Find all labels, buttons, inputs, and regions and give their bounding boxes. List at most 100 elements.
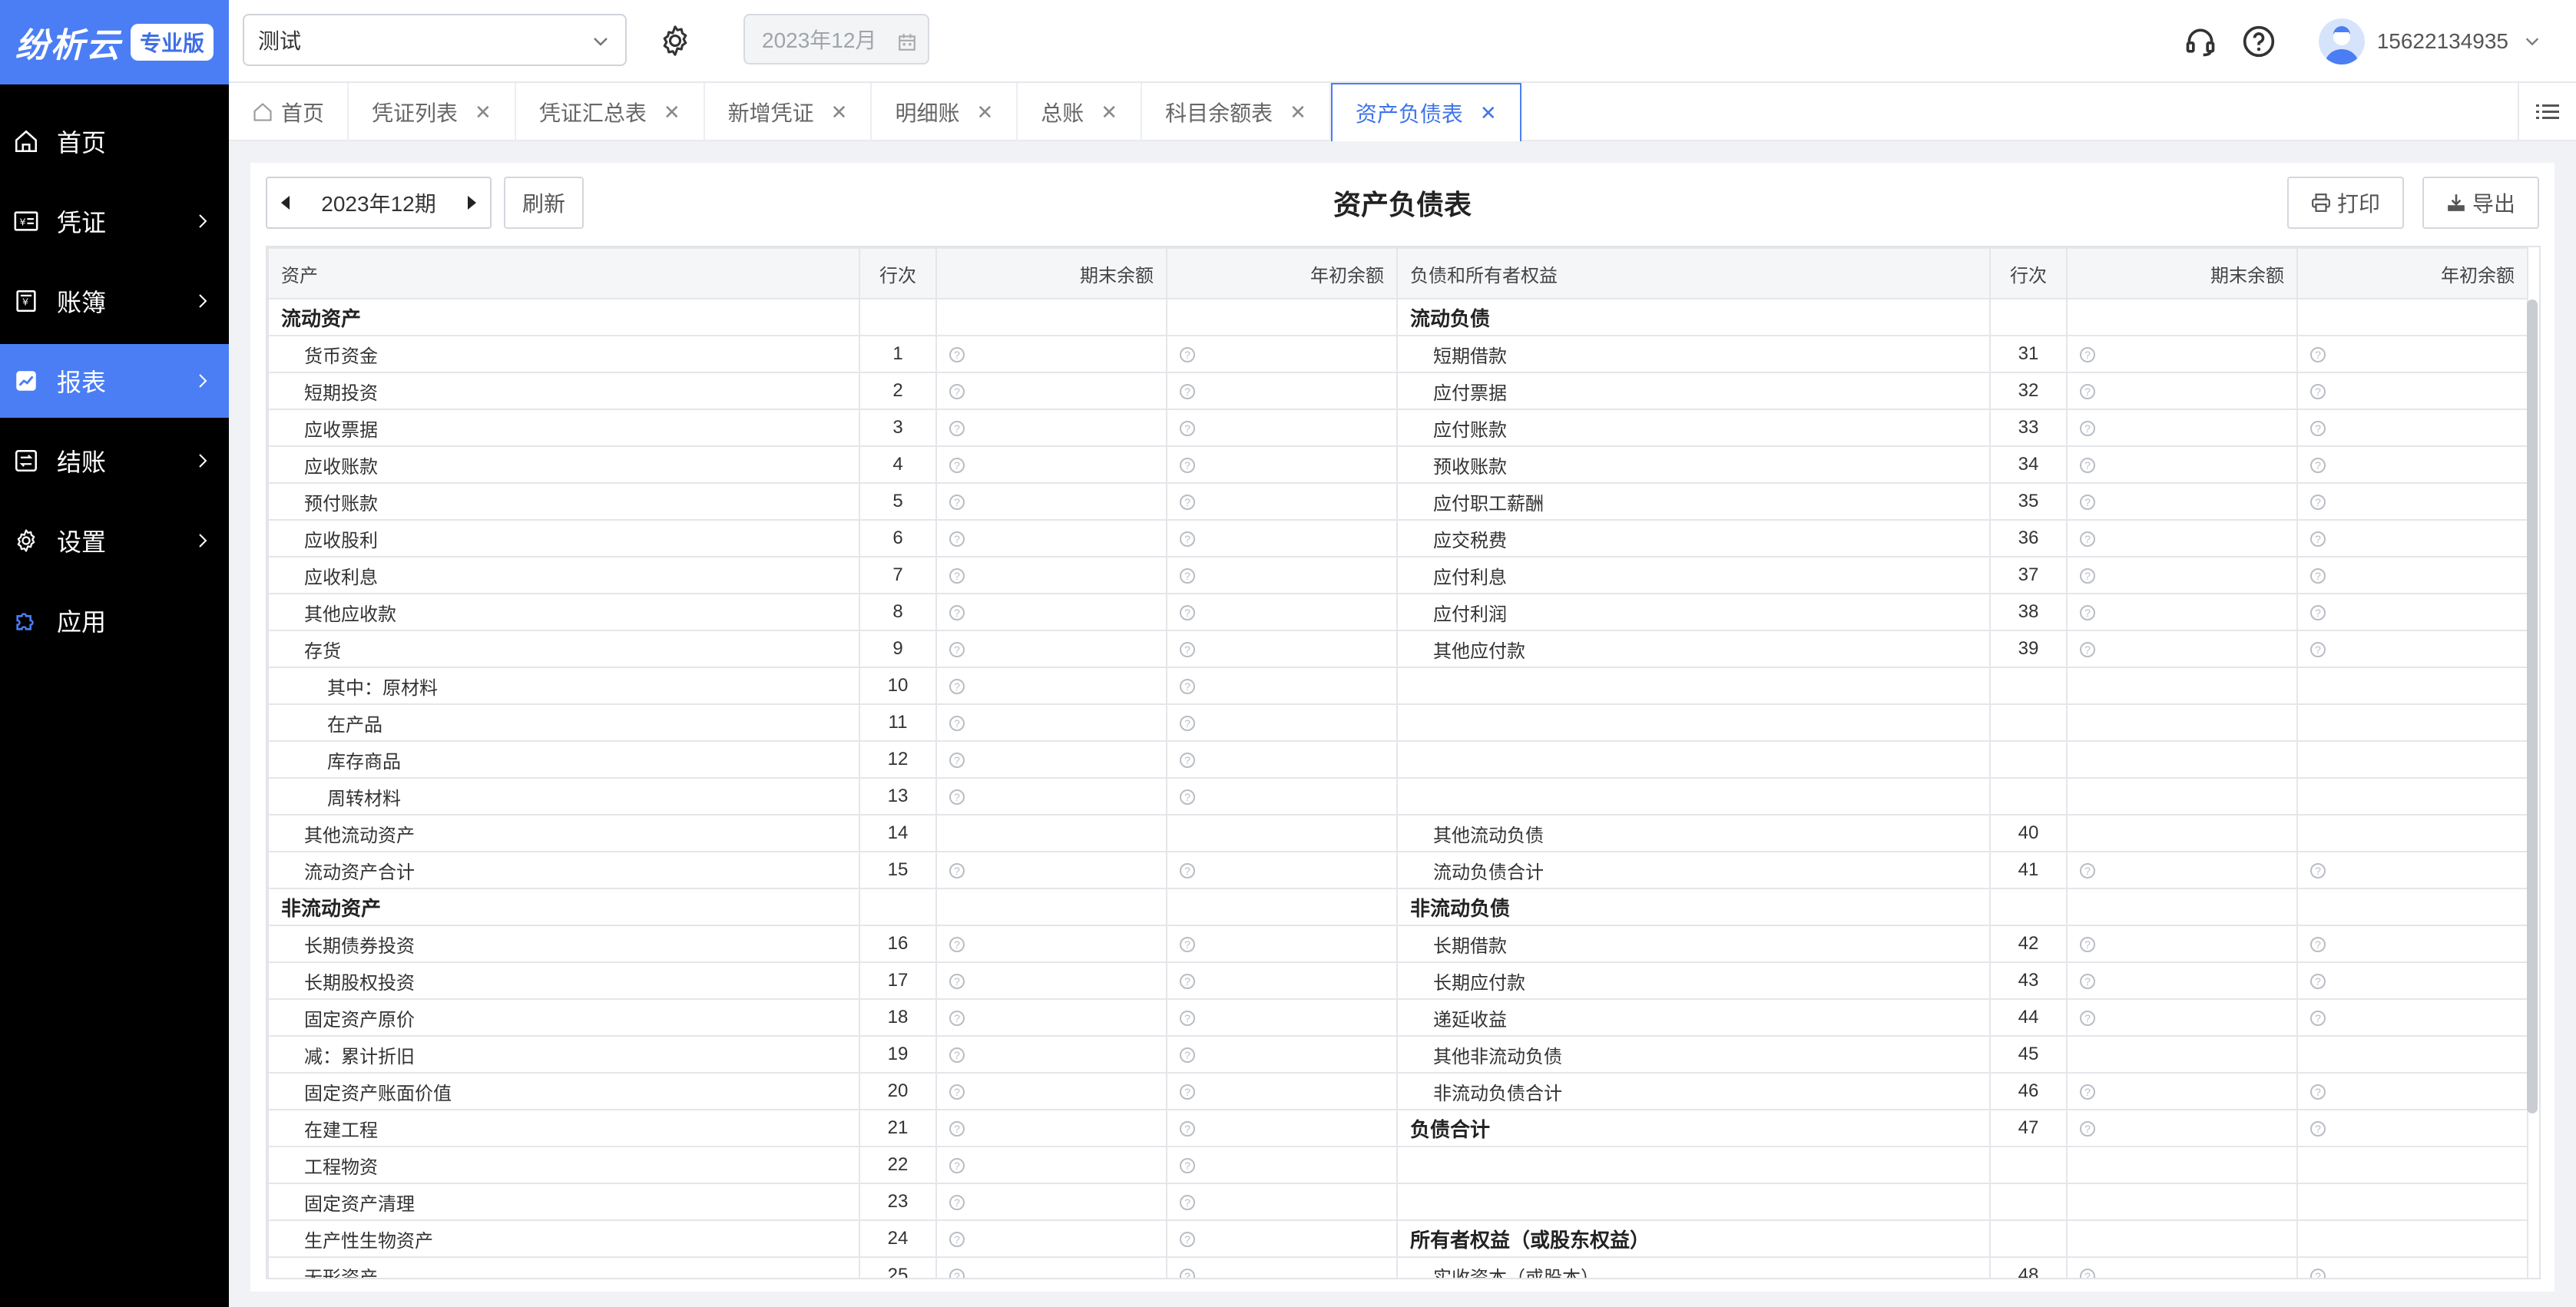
question-icon[interactable]: ?: [2080, 494, 2095, 510]
amount-cell[interactable]: ?: [935, 703, 1167, 742]
amount-cell[interactable]: ?: [935, 1035, 1167, 1074]
question-icon[interactable]: ?: [2310, 1084, 2326, 1100]
question-icon[interactable]: ?: [1180, 457, 1195, 473]
amount-cell[interactable]: ?: [2066, 998, 2298, 1037]
question-icon[interactable]: ?: [2080, 604, 2095, 620]
question-icon[interactable]: ?: [949, 346, 965, 362]
tab[interactable]: 凭证汇总表 ✕: [516, 83, 705, 141]
question-icon[interactable]: ?: [949, 457, 965, 473]
amount-cell[interactable]: ?: [2296, 1109, 2528, 1147]
question-icon[interactable]: ?: [2080, 1010, 2095, 1026]
amount-cell[interactable]: ?: [1166, 1109, 1398, 1147]
next-period-icon[interactable]: [468, 196, 476, 210]
question-icon[interactable]: ?: [1180, 862, 1195, 879]
question-icon[interactable]: ?: [1180, 1047, 1195, 1063]
amount-cell[interactable]: ?: [2296, 445, 2528, 484]
question-icon[interactable]: ?: [2080, 641, 2095, 657]
question-icon[interactable]: ?: [949, 1231, 965, 1247]
question-icon[interactable]: ?: [2080, 973, 2095, 989]
amount-cell[interactable]: ?: [935, 409, 1167, 447]
amount-cell[interactable]: ?: [1166, 335, 1398, 373]
question-icon[interactable]: ?: [2080, 862, 2095, 879]
question-icon[interactable]: ?: [2310, 567, 2326, 584]
amount-cell[interactable]: ?: [2066, 445, 2298, 484]
amount-cell[interactable]: ?: [2066, 1256, 2298, 1278]
amount-cell[interactable]: ?: [2296, 961, 2528, 1000]
amount-cell[interactable]: ?: [935, 1256, 1167, 1278]
tab[interactable]: 科目余额表 ✕: [1142, 83, 1331, 141]
amount-cell[interactable]: ?: [1166, 1219, 1398, 1258]
question-icon[interactable]: ?: [1180, 531, 1195, 547]
amount-cell[interactable]: ?: [2066, 519, 2298, 558]
amount-cell[interactable]: ?: [2066, 851, 2298, 889]
question-icon[interactable]: ?: [2310, 604, 2326, 620]
headset-icon[interactable]: [2184, 25, 2217, 58]
question-icon[interactable]: ?: [1180, 1268, 1195, 1278]
question-icon[interactable]: ?: [949, 641, 965, 657]
amount-cell[interactable]: ?: [2066, 335, 2298, 373]
question-icon[interactable]: ?: [2310, 1120, 2326, 1137]
question-icon[interactable]: ?: [2080, 1268, 2095, 1278]
question-icon[interactable]: ?: [2310, 973, 2326, 989]
tab[interactable]: 明细账 ✕: [872, 83, 1018, 141]
question-icon[interactable]: ?: [1180, 936, 1195, 952]
amount-cell[interactable]: ?: [1166, 1035, 1398, 1074]
amount-cell[interactable]: ?: [935, 445, 1167, 484]
question-icon[interactable]: ?: [1180, 789, 1195, 805]
account-set-select[interactable]: 测试: [243, 14, 627, 66]
amount-cell[interactable]: ?: [935, 1109, 1167, 1147]
amount-cell[interactable]: ?: [1166, 667, 1398, 705]
amount-cell[interactable]: ?: [1166, 998, 1398, 1037]
question-icon[interactable]: ?: [2310, 383, 2326, 399]
question-icon[interactable]: ?: [2080, 420, 2095, 436]
amount-cell[interactable]: ?: [2296, 519, 2528, 558]
question-icon[interactable]: ?: [2080, 457, 2095, 473]
tab[interactable]: 首页: [229, 83, 349, 141]
question-icon[interactable]: ?: [1180, 973, 1195, 989]
question-icon[interactable]: ?: [1180, 641, 1195, 657]
close-icon[interactable]: ✕: [1290, 101, 1306, 124]
question-icon[interactable]: ?: [949, 1268, 965, 1278]
question-icon[interactable]: ?: [2080, 531, 2095, 547]
question-icon[interactable]: ?: [1180, 383, 1195, 399]
amount-cell[interactable]: ?: [935, 482, 1167, 521]
sidebar-item[interactable]: 结账: [0, 424, 229, 498]
question-icon[interactable]: ?: [949, 789, 965, 805]
amount-cell[interactable]: ?: [1166, 593, 1398, 631]
question-icon[interactable]: ?: [949, 1157, 965, 1173]
question-icon[interactable]: ?: [1180, 752, 1195, 768]
question-icon[interactable]: ?: [1180, 420, 1195, 436]
question-icon[interactable]: ?: [1180, 1157, 1195, 1173]
question-icon[interactable]: ?: [2080, 1120, 2095, 1137]
question-icon[interactable]: ?: [2310, 346, 2326, 362]
question-icon[interactable]: ?: [2080, 567, 2095, 584]
amount-cell[interactable]: ?: [1166, 1183, 1398, 1221]
tab[interactable]: 资产负债表 ✕: [1330, 83, 1521, 141]
sidebar-item[interactable]: 应用: [0, 584, 229, 657]
prev-period-icon[interactable]: [281, 196, 290, 210]
amount-cell[interactable]: ?: [1166, 1146, 1398, 1184]
close-icon[interactable]: ✕: [1480, 101, 1497, 125]
tab[interactable]: 新增凭证 ✕: [705, 83, 872, 141]
amount-cell[interactable]: ?: [1166, 556, 1398, 594]
question-icon[interactable]: ?: [2080, 1084, 2095, 1100]
question-icon[interactable]: ?: [1180, 604, 1195, 620]
question-icon[interactable]: ?: [949, 715, 965, 731]
question-icon[interactable]: ?: [2310, 531, 2326, 547]
amount-cell[interactable]: ?: [2296, 925, 2528, 963]
amount-cell[interactable]: ?: [2066, 1109, 2298, 1147]
avatar[interactable]: [2318, 18, 2365, 65]
question-icon[interactable]: ?: [1180, 715, 1195, 731]
amount-cell[interactable]: ?: [1166, 703, 1398, 742]
question-icon[interactable]: ?: [2310, 641, 2326, 657]
question-icon[interactable]: ?: [1180, 567, 1195, 584]
amount-cell[interactable]: ?: [2296, 1256, 2528, 1278]
question-icon[interactable]: ?: [949, 567, 965, 584]
question-icon[interactable]: ?: [949, 604, 965, 620]
amount-cell[interactable]: ?: [2296, 630, 2528, 668]
amount-cell[interactable]: ?: [935, 1072, 1167, 1110]
amount-cell[interactable]: ?: [2066, 372, 2298, 410]
sidebar-item[interactable]: 报表: [0, 344, 229, 418]
amount-cell[interactable]: ?: [935, 961, 1167, 1000]
sidebar-item[interactable]: 设置: [0, 504, 229, 577]
